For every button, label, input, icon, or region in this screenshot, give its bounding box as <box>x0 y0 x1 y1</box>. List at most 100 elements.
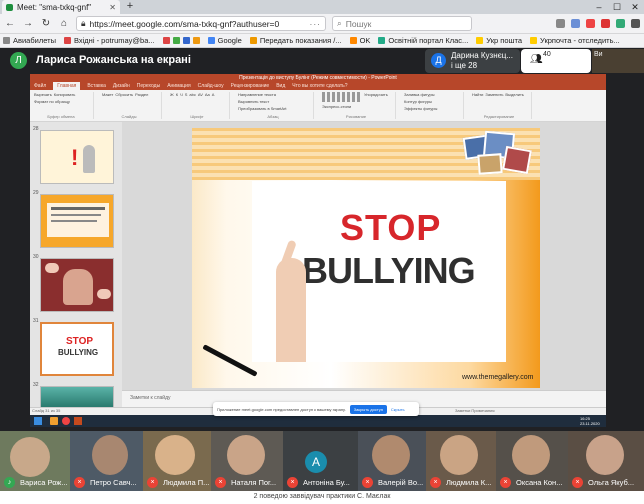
ppt-tab[interactable]: Файл <box>34 82 46 90</box>
library-icon[interactable] <box>556 19 565 28</box>
ribbon-item[interactable]: Найти <box>472 92 483 97</box>
close-tab-icon[interactable]: ✕ <box>109 3 116 12</box>
close-window-icon[interactable]: ✕ <box>626 0 644 14</box>
ppt-tab[interactable]: Дизайн <box>113 82 130 90</box>
ribbon-item[interactable]: Вырезать <box>34 92 52 97</box>
back-icon[interactable]: ← <box>4 18 16 29</box>
bookmark-item[interactable]: OK <box>349 36 370 45</box>
new-tab-button[interactable]: + <box>124 0 136 14</box>
shapes-gallery-icon[interactable] <box>322 92 362 102</box>
bookmark-item[interactable]: Укр пошта <box>476 36 522 45</box>
extension-icon[interactable] <box>601 19 610 28</box>
ribbon-item[interactable]: Копировать <box>54 92 76 97</box>
slide-counter: Слайд 31 из 35 <box>32 408 61 413</box>
browser-tab[interactable]: Meet: "sma-txkq-gnf" ✕ <box>2 0 120 14</box>
bookmark-item[interactable]: Передать показания /... <box>249 36 342 45</box>
ribbon-item[interactable]: Ч <box>180 92 183 97</box>
bookmark-icon[interactable] <box>192 37 200 44</box>
ribbon-item[interactable]: Формат по образцу <box>34 99 70 104</box>
maximize-icon[interactable]: ☐ <box>608 0 626 14</box>
hide-notice-button[interactable]: Скрыть <box>391 407 405 412</box>
photo-image <box>502 145 532 175</box>
participant-tile[interactable]: А × Антоніна Бу... <box>283 431 358 491</box>
participant-tile[interactable]: × Петро Савч... <box>70 431 143 491</box>
ppt-tab[interactable]: Переходы <box>137 82 160 90</box>
slide-thumbnail[interactable] <box>40 194 114 248</box>
ribbon-item[interactable]: Выровнять текст <box>238 99 269 104</box>
bookmark-item[interactable]: Авиабилеты <box>3 36 56 45</box>
ppt-tab[interactable]: Слайд-шоу <box>198 82 224 90</box>
ribbon-item[interactable]: К <box>176 92 178 97</box>
bookmark-item[interactable]: Вхідні - potrumay@ba... <box>63 36 155 45</box>
ribbon-item[interactable]: Заменить <box>485 92 503 97</box>
ribbon-item[interactable]: abc <box>189 92 195 97</box>
sidebar-icon[interactable] <box>571 19 580 28</box>
bookmark-icon[interactable] <box>172 37 180 44</box>
explorer-icon[interactable] <box>50 417 58 425</box>
reload-icon[interactable]: ↻ <box>40 18 52 29</box>
participant-tile[interactable]: × Людмила К... <box>426 431 496 491</box>
mic-off-icon: × <box>572 477 583 488</box>
participant-avatar: Д <box>431 53 446 68</box>
extension-icon[interactable] <box>616 19 625 28</box>
ribbon-item[interactable]: AV <box>198 92 203 97</box>
ppt-tab-active[interactable]: Главная <box>53 82 81 90</box>
minimize-icon[interactable]: – <box>590 0 608 14</box>
figure-icon <box>83 145 95 173</box>
status-right: Заметки Примечания <box>455 408 495 413</box>
ribbon-item[interactable]: Сбросить <box>115 92 133 97</box>
participant-tile[interactable]: × Ольга Якуб... <box>568 431 644 491</box>
ribbon-item[interactable]: Макет <box>102 92 113 97</box>
participant-name: Людмила К... <box>446 478 492 487</box>
page-actions-icon[interactable]: ··· <box>310 19 322 29</box>
slide-thumbnail-selected[interactable]: STOP BULLYING <box>40 322 114 376</box>
slide-thumbnail[interactable] <box>40 386 114 408</box>
slide-thumbnail[interactable]: ! <box>40 130 114 184</box>
ribbon-item[interactable]: Упорядочить <box>364 92 388 102</box>
bookmark-item[interactable]: Освітній портал Клас... <box>378 36 468 45</box>
slide-thumbnail[interactable] <box>40 258 114 312</box>
search-input[interactable]: ⌕ Пошук <box>332 16 472 31</box>
ribbon-item[interactable]: Заливка фигуры <box>404 92 435 97</box>
participant-video <box>10 437 50 477</box>
youtube-icon[interactable] <box>162 37 170 44</box>
ribbon-item[interactable]: S <box>185 92 188 97</box>
participant-tile[interactable]: × Оксана Кон... <box>496 431 568 491</box>
thumb-number: 28 <box>33 126 39 132</box>
participant-tile[interactable]: × Людмила П... <box>143 431 211 491</box>
ribbon-item[interactable]: Aa <box>205 92 210 97</box>
ribbon-item[interactable]: Контур фигуры <box>404 99 432 104</box>
bookmark-item[interactable]: Google <box>207 36 242 45</box>
ribbon-item[interactable]: Эффекты фигуры <box>404 106 437 111</box>
browser-icon[interactable] <box>62 417 70 425</box>
ppt-tell-me[interactable]: Что вы хотите сделать? <box>292 82 347 90</box>
start-icon[interactable] <box>34 417 42 425</box>
ribbon-item[interactable]: Раздел <box>135 92 148 97</box>
ribbon-item[interactable]: A <box>212 92 215 97</box>
home-icon[interactable]: ⌂ <box>58 18 70 29</box>
ribbon-item[interactable]: Выделить <box>505 92 523 97</box>
ribbon-item[interactable]: Экспресс-стили <box>322 104 351 109</box>
stop-sharing-button[interactable]: Закрыть доступ <box>349 404 387 414</box>
bookmark-item[interactable]: Укрпочта - отследить... <box>530 36 620 45</box>
participant-tile[interactable]: × Валерій Во... <box>358 431 426 491</box>
ppt-tab[interactable]: Вставка <box>87 82 106 90</box>
ribbon-item[interactable]: Направление текста <box>238 92 276 97</box>
participant-more: і ще 28 <box>451 61 478 70</box>
menu-icon[interactable] <box>631 19 640 28</box>
participant-tile[interactable]: × Наталя Пог... <box>211 431 283 491</box>
ribbon-item[interactable]: Преобразовать в SmartArt <box>238 106 287 111</box>
photo-collage <box>460 130 534 178</box>
powerpoint-icon[interactable] <box>74 417 82 425</box>
facebook-icon[interactable] <box>182 37 190 44</box>
ppt-tab[interactable]: Рецензирование <box>231 82 270 90</box>
ppt-tab[interactable]: Анимация <box>167 82 190 90</box>
nav-bar: ← → ↻ ⌂ 🔒︎ https://meet.google.com/sma-t… <box>0 14 644 34</box>
address-bar[interactable]: 🔒︎ https://meet.google.com/sma-txkq-gnf?… <box>76 16 326 31</box>
forward-icon[interactable]: → <box>22 18 34 29</box>
ppt-tab[interactable]: Вид <box>276 82 285 90</box>
ribbon-item[interactable]: Ж <box>170 92 174 97</box>
notes-placeholder: Заметки к слайду <box>130 395 171 401</box>
participant-tile[interactable]: ♪ Вариса Рож... <box>0 431 70 491</box>
adblock-icon[interactable] <box>586 19 595 28</box>
